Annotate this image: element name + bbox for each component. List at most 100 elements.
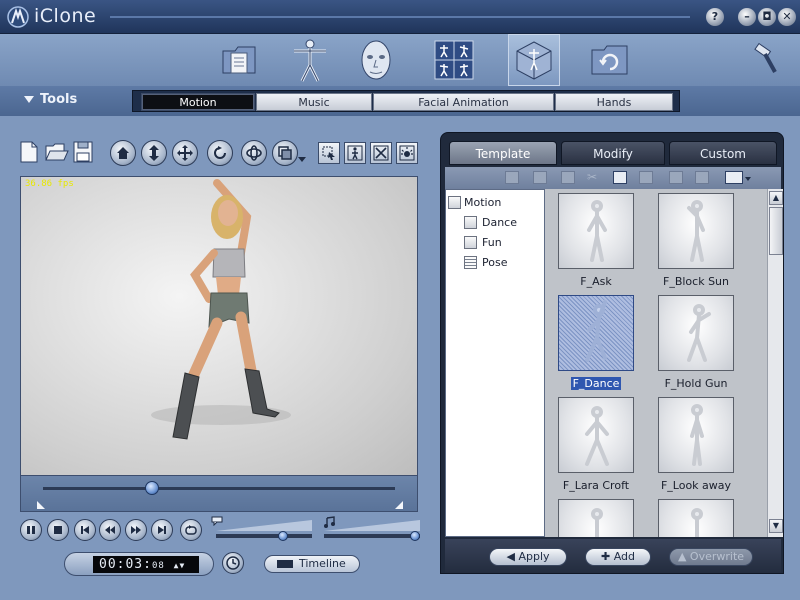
scroll-down-icon[interactable]: ▼ xyxy=(769,519,783,533)
plus-icon: ✚ xyxy=(600,550,611,563)
restore-button[interactable]: ◘ xyxy=(758,8,776,26)
close-button[interactable]: ✕ xyxy=(778,8,796,26)
move-button[interactable] xyxy=(172,140,198,166)
fit-view-button[interactable] xyxy=(370,142,392,164)
timeline-icon xyxy=(277,560,293,568)
gallery-thumb-partial[interactable] xyxy=(558,499,634,537)
light-button[interactable] xyxy=(396,142,418,164)
tab-modify[interactable]: Modify xyxy=(561,141,665,165)
timeline-button[interactable]: Timeline xyxy=(264,555,360,573)
new-file-button[interactable] xyxy=(18,140,44,166)
gallery-thumb-f-dance[interactable] xyxy=(558,295,634,371)
triangle-down-icon xyxy=(24,96,34,103)
tools-module-button[interactable] xyxy=(740,34,792,86)
previous-frame-button[interactable] xyxy=(99,519,121,541)
tree-item-pose[interactable]: Pose xyxy=(482,256,507,269)
range-end-marker[interactable] xyxy=(395,501,403,509)
range-start-marker[interactable] xyxy=(37,501,45,509)
help-button[interactable]: ? xyxy=(706,8,724,26)
time-spin-icon[interactable]: ▲▼ xyxy=(174,561,186,570)
gallery-thumb-f-lara-croft[interactable] xyxy=(558,397,634,473)
pause-button[interactable] xyxy=(20,519,42,541)
music-volume-slider[interactable] xyxy=(324,534,420,538)
3d-viewport[interactable]: 36.86 fps xyxy=(20,176,418,476)
pose-figure-icon xyxy=(691,508,703,537)
home-view-button[interactable] xyxy=(110,140,136,166)
cut-icon[interactable]: ✂ xyxy=(587,171,601,184)
vertical-arrows-icon xyxy=(149,145,159,161)
speech-volume-thumb[interactable] xyxy=(278,531,289,541)
poses-icon xyxy=(434,40,474,80)
gallery-label-f-ask[interactable]: F_Ask xyxy=(546,275,646,288)
tab-motion[interactable]: Motion xyxy=(141,93,255,111)
scrollbar-thumb[interactable] xyxy=(769,207,783,255)
select-button[interactable] xyxy=(318,142,340,164)
gallery-label-f-dance[interactable]: F_Dance xyxy=(546,377,646,390)
minimize-button[interactable]: – xyxy=(738,8,756,26)
tab-template[interactable]: Template xyxy=(449,141,557,165)
gallery-label-f-hold-gun[interactable]: F_Hold Gun xyxy=(646,377,746,390)
action-bar: ◀ Apply ✚ Add ▲ Overwrite xyxy=(445,539,781,573)
copy-icon[interactable] xyxy=(613,171,627,184)
add-button[interactable]: ✚ Add xyxy=(585,548,651,566)
new-folder-icon[interactable] xyxy=(505,171,519,184)
actor-select-button[interactable] xyxy=(344,142,366,164)
rotate-icon xyxy=(214,146,226,159)
scroll-up-icon[interactable]: ▲ xyxy=(769,191,783,205)
gallery-thumb-f-ask[interactable] xyxy=(558,193,634,269)
gallery-thumb-f-hold-gun[interactable] xyxy=(658,295,734,371)
folder-up-icon[interactable] xyxy=(533,171,547,184)
export-module-button[interactable] xyxy=(584,34,636,86)
paste-icon[interactable] xyxy=(639,171,653,184)
go-to-start-button[interactable] xyxy=(74,519,96,541)
stop-button[interactable] xyxy=(47,519,69,541)
move-vertical-button[interactable] xyxy=(141,140,167,166)
frame-slider-track[interactable] xyxy=(43,487,395,490)
rotate-button[interactable] xyxy=(207,140,233,166)
save-file-button[interactable] xyxy=(72,140,98,166)
time-readout[interactable]: 00:03:08 ▲▼ xyxy=(93,556,199,573)
tab-custom[interactable]: Custom xyxy=(669,141,777,165)
face-icon xyxy=(361,40,391,80)
view-options-button[interactable] xyxy=(272,140,298,166)
speech-volume-slider[interactable] xyxy=(216,534,312,538)
time-unit-button[interactable] xyxy=(222,552,244,574)
tree-item-motion[interactable]: Motion xyxy=(464,196,501,209)
apply-button[interactable]: ◀ Apply xyxy=(489,548,567,566)
pose-figure-icon xyxy=(687,304,711,362)
overwrite-button[interactable]: ▲ Overwrite xyxy=(669,548,753,566)
orbit-button[interactable] xyxy=(241,140,267,166)
pose-figure-icon xyxy=(585,300,607,362)
tools-toggle[interactable]: Tools xyxy=(24,92,77,107)
view-options-dropdown-icon[interactable] xyxy=(298,157,306,162)
gallery-thumb-f-look-away[interactable] xyxy=(658,397,734,473)
open-folder-icon[interactable] xyxy=(561,171,575,184)
go-to-end-button[interactable] xyxy=(151,519,173,541)
tree-item-dance[interactable]: Dance xyxy=(482,216,517,229)
document-icon[interactable] xyxy=(669,171,683,184)
folder-icon xyxy=(464,236,477,249)
gallery-thumb-f-block-sun[interactable] xyxy=(658,193,734,269)
tree-item-fun[interactable]: Fun xyxy=(482,236,502,249)
loop-button[interactable] xyxy=(180,519,202,541)
project-module-button[interactable] xyxy=(214,34,266,86)
animation-module-button[interactable] xyxy=(428,34,480,86)
tab-music[interactable]: Music xyxy=(256,93,372,111)
gallery-label-f-lara-croft[interactable]: F_Lara Croft xyxy=(546,479,646,492)
gallery-scrollbar[interactable]: ▲ ▼ xyxy=(767,189,783,537)
actor-module-button[interactable] xyxy=(284,34,336,86)
view-mode-dropdown-icon[interactable] xyxy=(745,177,751,181)
open-file-button[interactable] xyxy=(44,140,70,166)
tab-hands[interactable]: Hands xyxy=(555,93,673,111)
music-volume-thumb[interactable] xyxy=(410,531,421,541)
gallery-label-f-look-away[interactable]: F_Look away xyxy=(646,479,746,492)
gallery-thumb-partial[interactable] xyxy=(658,499,734,537)
frame-slider-thumb[interactable] xyxy=(145,481,160,495)
view-mode-icon[interactable] xyxy=(725,171,743,184)
properties-icon[interactable] xyxy=(695,171,709,184)
stage-module-button[interactable] xyxy=(508,34,560,86)
next-frame-button[interactable] xyxy=(125,519,147,541)
face-module-button[interactable] xyxy=(350,34,402,86)
gallery-label-f-block-sun[interactable]: F_Block Sun xyxy=(646,275,746,288)
tab-facial-animation[interactable]: Facial Animation xyxy=(373,93,554,111)
